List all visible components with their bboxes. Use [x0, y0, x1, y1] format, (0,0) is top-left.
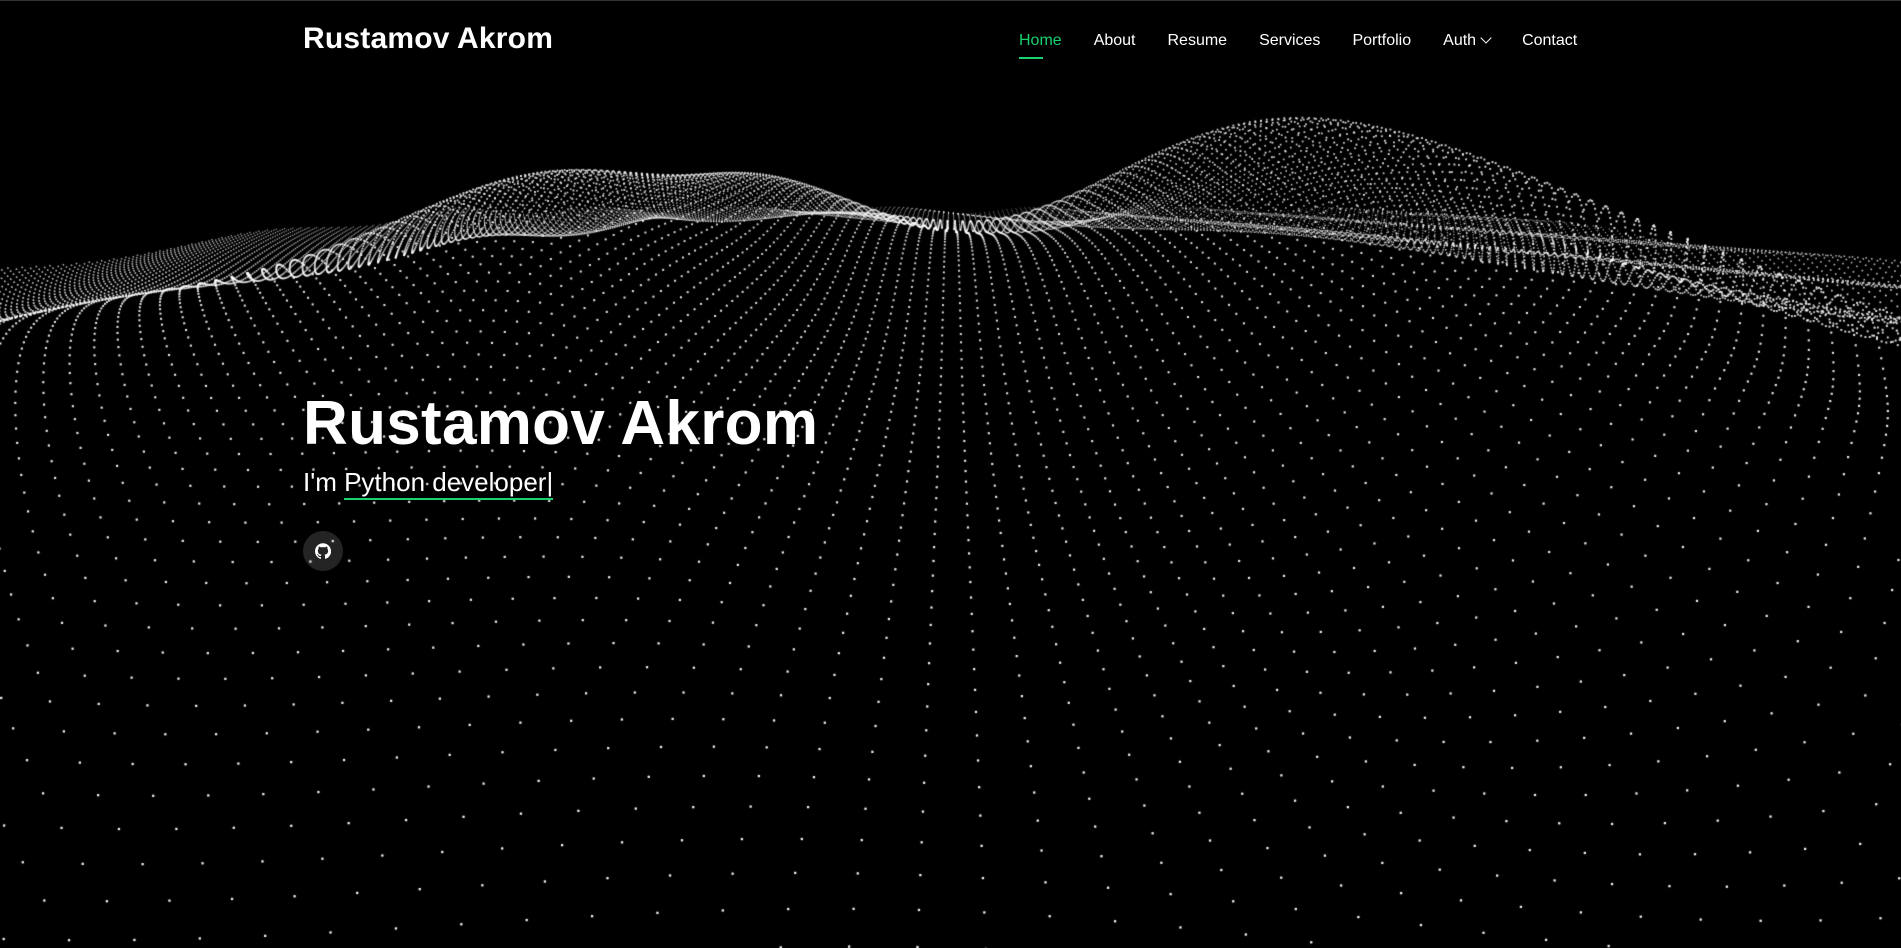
typed-role-text: Python developer|: [344, 467, 554, 500]
github-icon: [315, 543, 331, 559]
site-header: Rustamov Akrom Home About Resume Service…: [0, 0, 1901, 84]
nav-item-portfolio[interactable]: Portfolio: [1336, 30, 1427, 52]
github-link[interactable]: [303, 531, 343, 571]
typing-cursor: |: [546, 467, 554, 497]
particle-wave-background: [0, 0, 1901, 948]
nav-item-auth-label: Auth: [1443, 32, 1477, 49]
nav-item-contact[interactable]: Contact: [1506, 30, 1593, 52]
hero-subtitle-prefix: I'm: [303, 467, 345, 497]
nav-item-auth[interactable]: Auth: [1427, 30, 1506, 52]
typed-role-value: Python developer: [344, 467, 547, 497]
nav-item-about[interactable]: About: [1078, 30, 1152, 52]
nav-item-resume[interactable]: Resume: [1152, 30, 1244, 52]
hero-section: Rustamov Akrom I'm Python developer|: [303, 387, 819, 500]
page: Rustamov Akrom Home About Resume Service…: [0, 0, 1901, 948]
main-nav: Home About Resume Services Portfolio Aut…: [1000, 30, 1593, 60]
nav-item-services[interactable]: Services: [1243, 30, 1336, 52]
chevron-down-icon: [1480, 32, 1492, 44]
site-logo[interactable]: Rustamov Akrom: [303, 22, 553, 56]
hero-subtitle: I'm Python developer|: [303, 465, 818, 500]
hero-title: Rustamov Akrom: [303, 389, 819, 458]
nav-item-home[interactable]: Home: [1000, 30, 1078, 59]
